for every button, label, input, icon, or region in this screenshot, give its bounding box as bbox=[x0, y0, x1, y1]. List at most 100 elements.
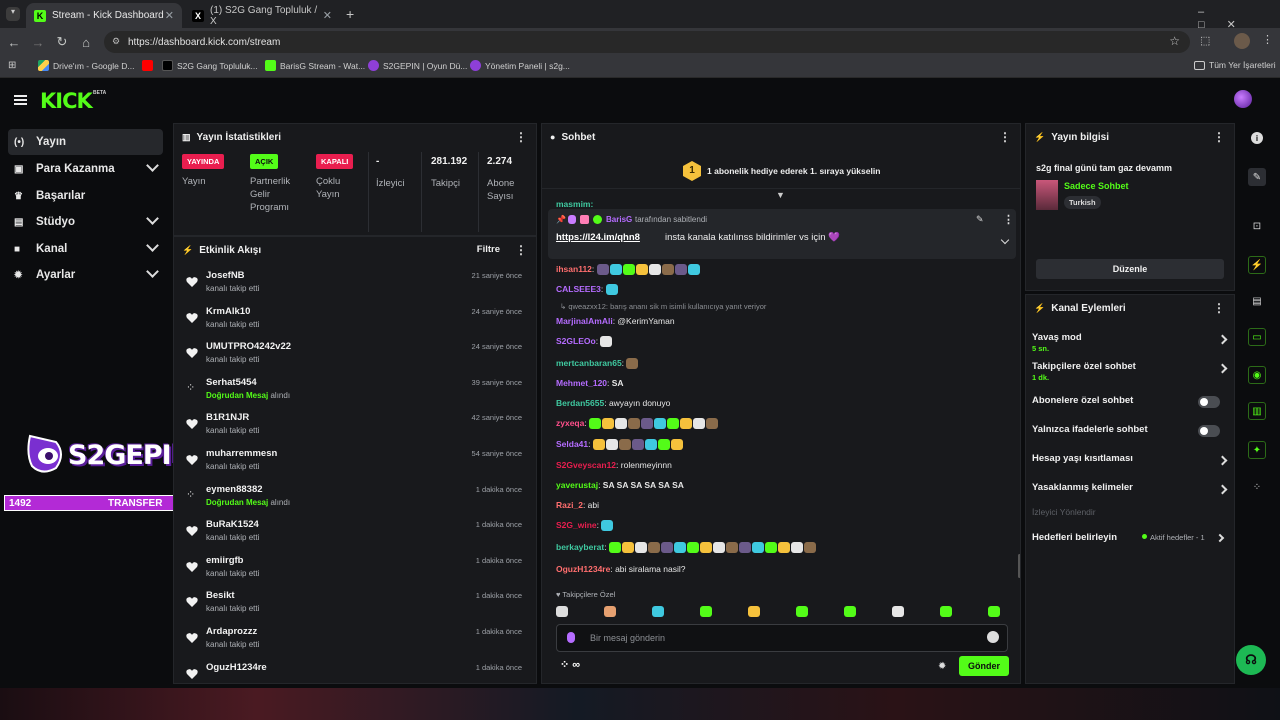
chat-username[interactable]: Berdan5655 bbox=[556, 398, 604, 408]
more-options-icon[interactable]: ⋮ bbox=[999, 130, 1011, 144]
quick-emote-icon[interactable] bbox=[844, 606, 856, 617]
channel-action-row[interactable]: Yasaklanmış kelimeler bbox=[1032, 482, 1230, 506]
chat-username[interactable]: MarjinalAmAli bbox=[556, 316, 613, 326]
toggle-switch[interactable] bbox=[1198, 425, 1220, 437]
gift-leaderboard-banner[interactable]: 1 1 abonelik hediye ederek 1. sıraya yük… bbox=[542, 151, 1020, 189]
event-username[interactable]: emiirgfb bbox=[206, 555, 243, 566]
event-username[interactable]: OguzH1234re bbox=[206, 662, 267, 673]
chat-username[interactable]: OguzH1234re bbox=[556, 564, 610, 574]
event-username[interactable]: KrmAlk10 bbox=[206, 306, 250, 317]
more-options-icon[interactable]: ⋮ bbox=[1213, 301, 1225, 315]
new-tab-icon[interactable]: + bbox=[346, 6, 354, 22]
bookmark-s2g-x[interactable]: S2G Gang Topluluk... bbox=[162, 60, 258, 71]
home-icon[interactable]: ⌂ bbox=[74, 35, 98, 50]
event-username[interactable]: Serhat5454 bbox=[206, 377, 257, 388]
url-input[interactable]: ⚙ https://dashboard.kick.com/stream ☆ bbox=[104, 31, 1190, 53]
chat-username[interactable]: mertcanbaran65 bbox=[556, 358, 622, 368]
extensions-icon[interactable]: ⬚ bbox=[1200, 34, 1210, 47]
broadcast-icon[interactable]: ◉ bbox=[1248, 366, 1266, 384]
event-row[interactable]: JosefNB kanalı takip etti 21 saniye önce bbox=[182, 267, 522, 303]
profile-avatar[interactable] bbox=[1234, 33, 1250, 49]
wrench-icon[interactable]: ✦ bbox=[1248, 441, 1266, 459]
users-icon[interactable]: ⁘ bbox=[1248, 478, 1266, 496]
channel-action-row[interactable]: Yalnızca ifadelerle sohbet bbox=[1032, 424, 1230, 448]
set-goals-label[interactable]: Hedefleri belirleyin bbox=[1032, 532, 1117, 543]
quick-emote-icon[interactable] bbox=[556, 606, 568, 617]
bookmark-star-icon[interactable]: ☆ bbox=[1169, 34, 1180, 48]
chat-username[interactable]: berkayberat bbox=[556, 542, 604, 552]
flash-icon[interactable]: ⚡ bbox=[1248, 256, 1266, 274]
chat-username[interactable]: S2GLEOo bbox=[556, 336, 596, 346]
event-row[interactable]: KrmAlk10 kanalı takip etti 24 saniye önce bbox=[182, 303, 522, 339]
quick-emote-icon[interactable] bbox=[892, 606, 904, 617]
chat-icon[interactable]: ▭ bbox=[1248, 328, 1266, 346]
bookmark-barisg[interactable]: BarisG Stream - Wat... bbox=[265, 60, 365, 71]
sidebar-item-basarilar[interactable]: ♛ Başarılar bbox=[8, 183, 163, 209]
bookmark-s2gepin[interactable]: S2GEPIN | Oyun Dü... bbox=[368, 60, 467, 71]
channel-action-row[interactable]: Yavaş mod 5 sn. bbox=[1032, 332, 1230, 356]
emoji-picker-icon[interactable] bbox=[987, 631, 999, 643]
more-options-icon[interactable]: ⋮ bbox=[515, 243, 527, 257]
chat-username[interactable]: S2Gveyscan12 bbox=[556, 460, 616, 470]
quick-emote-icon[interactable] bbox=[604, 606, 616, 617]
connection-icon[interactable]: ⁘ ∞ bbox=[560, 658, 580, 671]
site-info-icon[interactable]: ⚙ bbox=[112, 36, 120, 47]
chat-username[interactable]: Razi_2 bbox=[556, 500, 583, 510]
sidebar-item-studyo[interactable]: ▤ Stüdyo bbox=[8, 209, 163, 235]
chat-username[interactable]: ihsan112 bbox=[556, 264, 592, 274]
info-icon[interactable]: i bbox=[1251, 132, 1263, 144]
more-options-icon[interactable]: ⋮ bbox=[515, 130, 527, 144]
channel-action-row[interactable]: Takipçilere özel sohbet 1 dk. bbox=[1032, 361, 1230, 385]
chevron-right-icon[interactable] bbox=[1215, 533, 1225, 543]
event-username[interactable]: Ardaprozzz bbox=[206, 626, 257, 637]
event-row[interactable]: emiirgfb kanalı takip etti 1 dakika önce bbox=[182, 552, 522, 588]
target-icon[interactable]: ⊡ bbox=[1248, 217, 1266, 235]
event-username[interactable]: muharremmesn bbox=[206, 448, 277, 459]
kick-logo[interactable]: KICK bbox=[40, 89, 93, 113]
tab-kick-dashboard[interactable]: K Stream - Kick Dashboard ✕ bbox=[26, 3, 182, 28]
reload-icon[interactable]: ↻ bbox=[50, 34, 74, 50]
tab-x-community[interactable]: X (1) S2G Gang Topluluk / X ✕ bbox=[184, 3, 340, 28]
user-avatar[interactable] bbox=[1234, 90, 1252, 108]
event-username[interactable]: B1R1NJR bbox=[206, 412, 249, 423]
close-tab-icon[interactable]: ✕ bbox=[323, 9, 332, 22]
event-row[interactable]: BuRaK1524 kanalı takip etti 1 dakika önce bbox=[182, 516, 522, 552]
chat-username[interactable]: zyxeqa bbox=[556, 418, 584, 428]
channel-action-row[interactable]: Hesap yaşı kısıtlaması bbox=[1032, 453, 1230, 477]
event-username[interactable]: BuRaK1524 bbox=[206, 519, 259, 530]
bookmark-drive[interactable]: Drive'ım - Google D... bbox=[38, 60, 134, 71]
apps-grid-icon[interactable]: ⊞ bbox=[8, 60, 16, 71]
unpin-icon[interactable]: ✎ bbox=[976, 214, 984, 225]
chat-username[interactable]: S2G_wine bbox=[556, 520, 597, 530]
quick-emote-icon[interactable] bbox=[988, 606, 1000, 617]
forward-icon[interactable]: → bbox=[26, 35, 50, 50]
chat-input-box[interactable]: Bir mesaj gönderin bbox=[556, 624, 1008, 652]
more-options-icon[interactable]: ⋮ bbox=[1213, 130, 1225, 144]
tab-search-icon[interactable]: ▾ bbox=[6, 7, 20, 21]
quick-emote-icon[interactable] bbox=[796, 606, 808, 617]
close-tab-icon[interactable]: ✕ bbox=[165, 9, 174, 22]
event-row[interactable]: UMUTPRO4242v22 kanalı takip etti 24 saniye… bbox=[182, 338, 522, 374]
quick-emote-icon[interactable] bbox=[700, 606, 712, 617]
event-row[interactable]: OguzH1234re 1 dakika önce bbox=[182, 659, 522, 683]
category-link[interactable]: Sadece Sohbet bbox=[1064, 181, 1129, 191]
hamburger-menu-icon[interactable] bbox=[14, 95, 27, 105]
event-row[interactable]: Ardaprozzz kanalı takip etti 1 dakika önce bbox=[182, 623, 522, 659]
event-row[interactable]: B1R1NJR kanalı takip etti 42 saniye önce bbox=[182, 409, 522, 445]
chat-username[interactable]: Mehmet_120 bbox=[556, 378, 607, 388]
bookmark-youtube[interactable] bbox=[142, 60, 153, 71]
edit-button[interactable]: Düzenle bbox=[1036, 259, 1224, 279]
pinned-link[interactable]: https://l24.im/qhn8 bbox=[556, 232, 640, 243]
chat-settings-icon[interactable]: ✹ bbox=[938, 661, 946, 672]
sidebar-item-ayarlar[interactable]: ✹ Ayarlar bbox=[8, 262, 163, 288]
chat-username[interactable]: Selda41 bbox=[556, 439, 588, 449]
event-row[interactable]: ⁘ Serhat5454 Doğrudan Mesaj alındı 39 saniy… bbox=[182, 374, 522, 410]
channel-action-row[interactable]: Abonelere özel sohbet bbox=[1032, 395, 1230, 419]
chat-username[interactable]: yaverustaj bbox=[556, 480, 598, 490]
chat-scrollbar[interactable] bbox=[1018, 554, 1020, 578]
back-icon[interactable]: ← bbox=[2, 35, 26, 50]
sidebar-item-para-kazanma[interactable]: ▣ Para Kazanma bbox=[8, 156, 163, 182]
mic-icon[interactable] bbox=[567, 632, 575, 643]
event-row[interactable]: Besikt kanalı takip etti 1 dakika önce bbox=[182, 587, 522, 623]
event-row[interactable]: ⁘ eymen88382 Doğrudan Mesaj alındı 1 dakika… bbox=[182, 481, 522, 517]
